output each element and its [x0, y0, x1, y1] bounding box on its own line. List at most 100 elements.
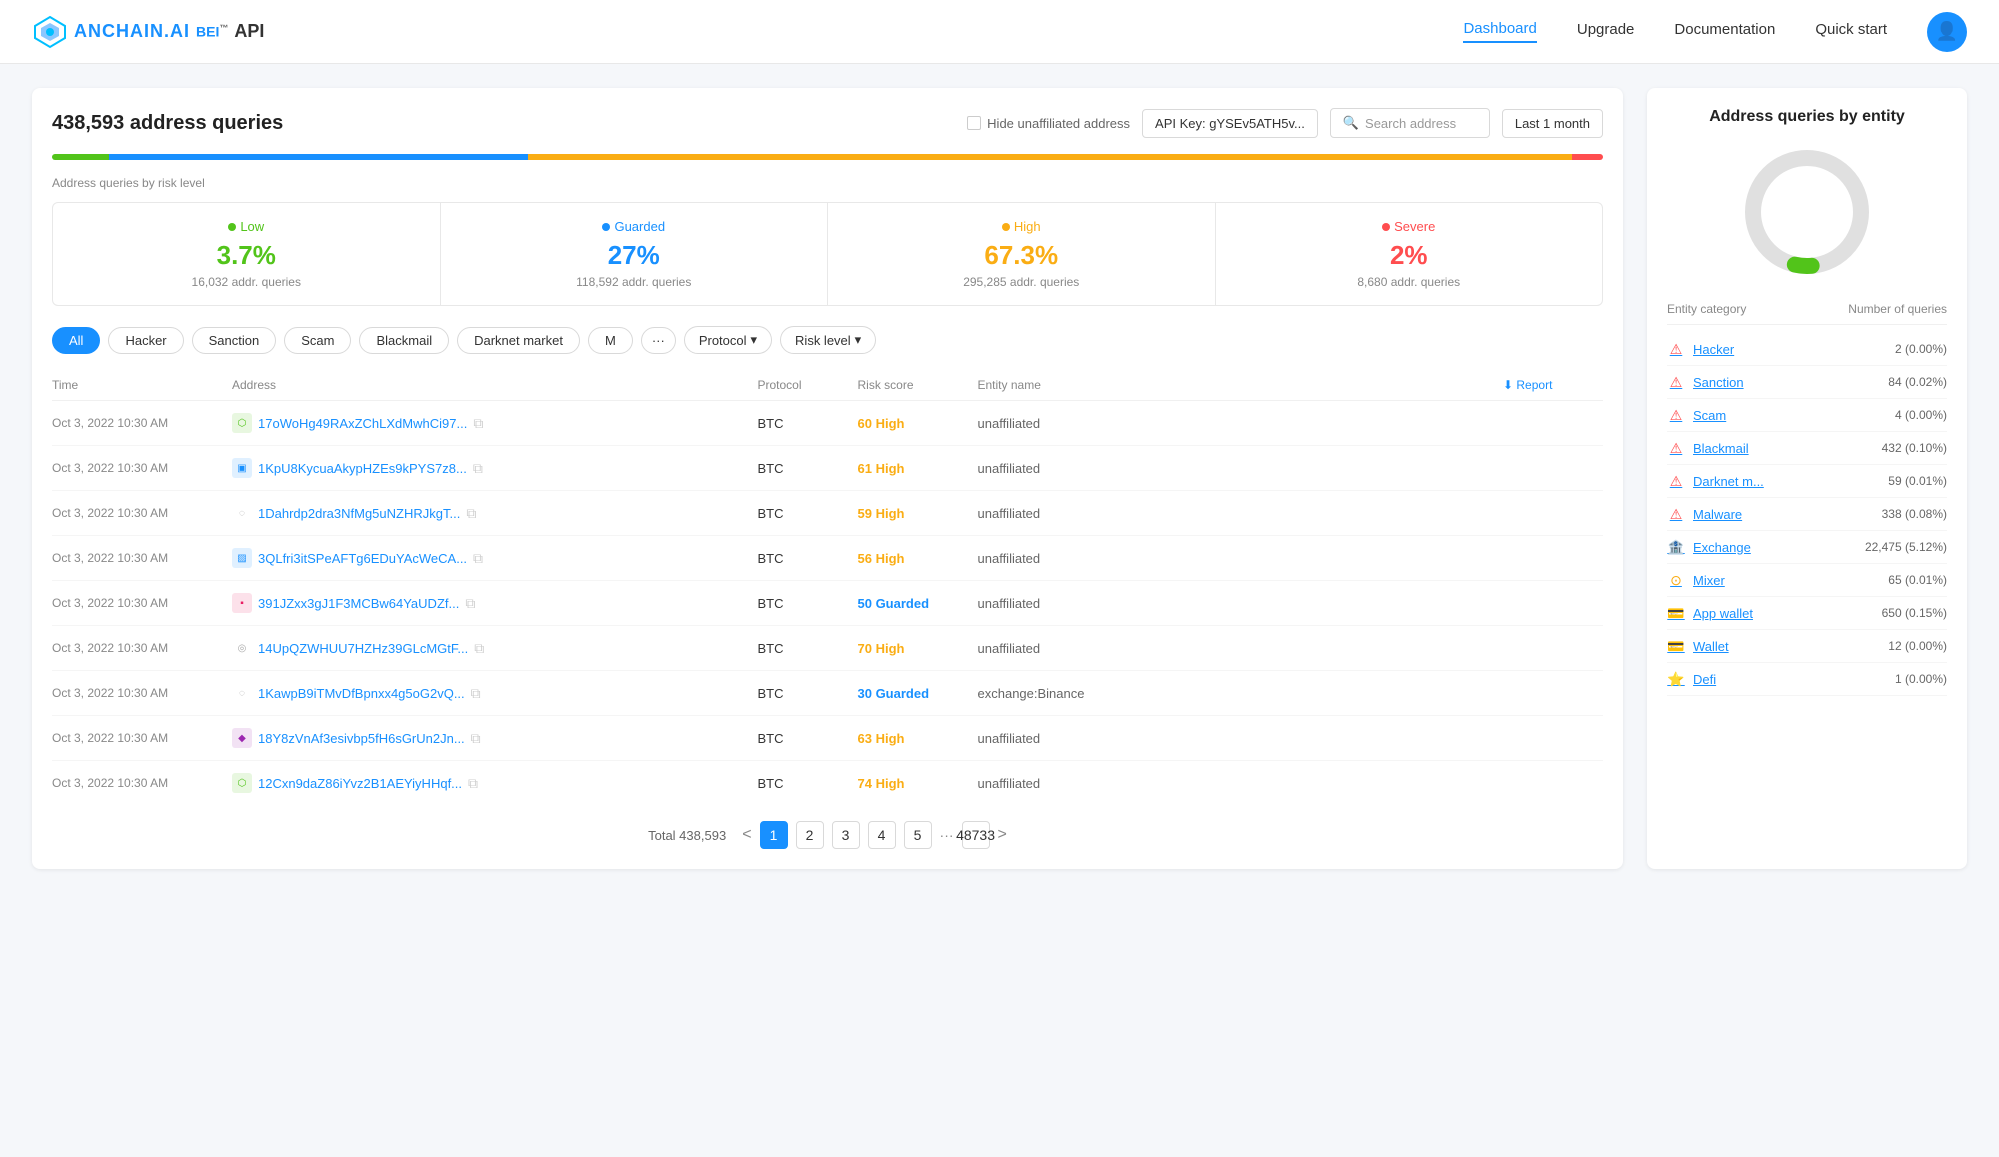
nav-dashboard[interactable]: Dashboard [1463, 20, 1536, 43]
filter-m[interactable]: M [588, 327, 633, 354]
copy-icon[interactable]: ⧉ [465, 595, 475, 612]
entity-label[interactable]: Defi [1693, 672, 1716, 687]
addr-text[interactable]: 391JZxx3gJ1F3MCBw64YaUDZf... [258, 596, 459, 611]
row-address[interactable]: ◆ 18Y8zVnAf3esivbp5fH6sGrUn2Jn... ⧉ [232, 728, 758, 748]
row-address[interactable]: ◌ 1Dahrdp2dra3NfMg5uNZHRJkgT... ⧉ [232, 503, 758, 523]
entity-icon: ⚠ [1667, 406, 1685, 424]
page-5[interactable]: 5 [904, 821, 932, 849]
nav-quickstart[interactable]: Quick start [1815, 21, 1887, 42]
entity-name[interactable]: ⚠ Blackmail [1667, 439, 1749, 457]
row-score: 61 High [858, 461, 978, 476]
nav-upgrade[interactable]: Upgrade [1577, 21, 1635, 42]
nav-documentation[interactable]: Documentation [1674, 21, 1775, 42]
addr-text[interactable]: 1KawpB9iTMvDfBpnxx4g5oG2vQ... [258, 686, 465, 701]
copy-icon[interactable]: ⧉ [474, 640, 484, 657]
copy-icon[interactable]: ⧉ [468, 775, 478, 792]
filter-sanction[interactable]: Sanction [192, 327, 277, 354]
entity-count: 22,475 (5.12%) [1865, 540, 1947, 554]
row-address[interactable]: ◎ 14UpQZWHUU7HZHz39GLcMGtF... ⧉ [232, 638, 758, 658]
risk-low-count: 16,032 addr. queries [69, 275, 424, 289]
checkbox[interactable] [967, 116, 981, 130]
filter-risk-level[interactable]: Risk level ▾ [780, 326, 876, 354]
entity-name[interactable]: ⚠ Darknet m... [1667, 472, 1764, 490]
entity-count: 84 (0.02%) [1888, 375, 1947, 389]
entity-count: 650 (0.15%) [1882, 606, 1947, 620]
entity-label[interactable]: Wallet [1693, 639, 1729, 654]
col-protocol: Protocol [758, 378, 858, 392]
filter-darknet[interactable]: Darknet market [457, 327, 580, 354]
copy-icon[interactable]: ⧉ [473, 550, 483, 567]
copy-icon[interactable]: ⧉ [466, 505, 476, 522]
risk-stats: Low 3.7% 16,032 addr. queries Guarded 27… [52, 202, 1603, 306]
addr-text[interactable]: 17oWoHg49RAxZChLXdMwhCi97... [258, 416, 467, 431]
entity-label[interactable]: Scam [1693, 408, 1726, 423]
hide-unaffiliated-checkbox[interactable]: Hide unaffiliated address [967, 116, 1130, 131]
avatar[interactable]: 👤 [1927, 12, 1967, 52]
entity-name[interactable]: 💳 App wallet [1667, 604, 1753, 622]
entity-label[interactable]: Sanction [1693, 375, 1744, 390]
entity-label[interactable]: Mixer [1693, 573, 1725, 588]
filter-blackmail[interactable]: Blackmail [359, 327, 449, 354]
row-address[interactable]: ⬡ 12Cxn9daZ86iYvz2B1AEYiyHHqf... ⧉ [232, 773, 758, 793]
filter-hacker[interactable]: Hacker [108, 327, 183, 354]
addr-text[interactable]: 12Cxn9daZ86iYvz2B1AEYiyHHqf... [258, 776, 462, 791]
entity-name[interactable]: ⚠ Scam [1667, 406, 1726, 424]
row-address[interactable]: ▣ 1KpU8KycuaAkypHZEs9kPYS7z8... ⧉ [232, 458, 758, 478]
entity-label[interactable]: Malware [1693, 507, 1742, 522]
prev-page[interactable]: < [742, 826, 751, 844]
entity-name[interactable]: ⚠ Malware [1667, 505, 1742, 523]
addr-text[interactable]: 14UpQZWHUU7HZHz39GLcMGtF... [258, 641, 468, 656]
filter-scam[interactable]: Scam [284, 327, 351, 354]
row-protocol: BTC [758, 461, 858, 476]
row-address[interactable]: ▪ 391JZxx3gJ1F3MCBw64YaUDZf... ⧉ [232, 593, 758, 613]
entity-label[interactable]: Hacker [1693, 342, 1734, 357]
date-filter-button[interactable]: Last 1 month [1502, 109, 1603, 138]
entity-row: ⚠ Sanction 84 (0.02%) [1667, 366, 1947, 399]
row-address[interactable]: ▨ 3QLfri3itSPeAFTg6EDuYAcWeCA... ⧉ [232, 548, 758, 568]
search-button[interactable]: 🔍 Search address [1330, 108, 1490, 138]
copy-icon[interactable]: ⧉ [473, 415, 483, 432]
api-key-button[interactable]: API Key: gYSEv5ATH5v... [1142, 109, 1318, 138]
entity-name[interactable]: 💳 Wallet [1667, 637, 1729, 655]
row-time: Oct 3, 2022 10:30 AM [52, 506, 232, 520]
page-4[interactable]: 4 [868, 821, 896, 849]
filter-more[interactable]: ··· [641, 327, 676, 354]
logo-anchain: ANCHAIN.AI [74, 21, 190, 42]
row-entity: unaffiliated [978, 641, 1504, 656]
row-entity: unaffiliated [978, 731, 1504, 746]
addr-text[interactable]: 18Y8zVnAf3esivbp5fH6sGrUn2Jn... [258, 731, 465, 746]
filter-all[interactable]: All [52, 327, 100, 354]
copy-icon[interactable]: ⧉ [471, 685, 481, 702]
report-button[interactable]: ⬇ Report [1503, 378, 1603, 392]
entity-name[interactable]: ⚠ Hacker [1667, 340, 1734, 358]
entity-name[interactable]: 🏦 Exchange [1667, 538, 1751, 556]
next-page[interactable]: > [998, 826, 1007, 844]
filter-protocol[interactable]: Protocol ▾ [684, 326, 772, 354]
page-last[interactable]: 48733 [962, 821, 990, 849]
hide-unaffiliated-label: Hide unaffiliated address [987, 116, 1130, 131]
copy-icon[interactable]: ⧉ [473, 460, 483, 477]
entity-name[interactable]: ⭐ Defi [1667, 670, 1716, 688]
entity-row: ⚠ Malware 338 (0.08%) [1667, 498, 1947, 531]
entity-label[interactable]: Blackmail [1693, 441, 1749, 456]
addr-text[interactable]: 1KpU8KycuaAkypHZEs9kPYS7z8... [258, 461, 467, 476]
entity-label[interactable]: App wallet [1693, 606, 1753, 621]
row-address[interactable]: ⬡ 17oWoHg49RAxZChLXdMwhCi97... ⧉ [232, 413, 758, 433]
entity-label[interactable]: Exchange [1693, 540, 1751, 555]
addr-text[interactable]: 3QLfri3itSPeAFTg6EDuYAcWeCA... [258, 551, 467, 566]
top-bar: 438,593 address queries Hide unaffiliate… [52, 108, 1603, 138]
copy-icon[interactable]: ⧉ [471, 730, 481, 747]
entity-icon: ⚠ [1667, 505, 1685, 523]
page-2[interactable]: 2 [796, 821, 824, 849]
entity-name[interactable]: ⊙ Mixer [1667, 571, 1725, 589]
entity-icon: 💳 [1667, 637, 1685, 655]
entity-name[interactable]: ⚠ Sanction [1667, 373, 1744, 391]
entity-row: ⊙ Mixer 65 (0.01%) [1667, 564, 1947, 597]
page-3[interactable]: 3 [832, 821, 860, 849]
row-address[interactable]: ◌ 1KawpB9iTMvDfBpnxx4g5oG2vQ... ⧉ [232, 683, 758, 703]
addr-text[interactable]: 1Dahrdp2dra3NfMg5uNZHRJkgT... [258, 506, 460, 521]
entity-label[interactable]: Darknet m... [1693, 474, 1764, 489]
risk-guarded-value: 27% [457, 240, 812, 271]
page-1[interactable]: 1 [760, 821, 788, 849]
addr-icon: ◌ [232, 503, 252, 523]
